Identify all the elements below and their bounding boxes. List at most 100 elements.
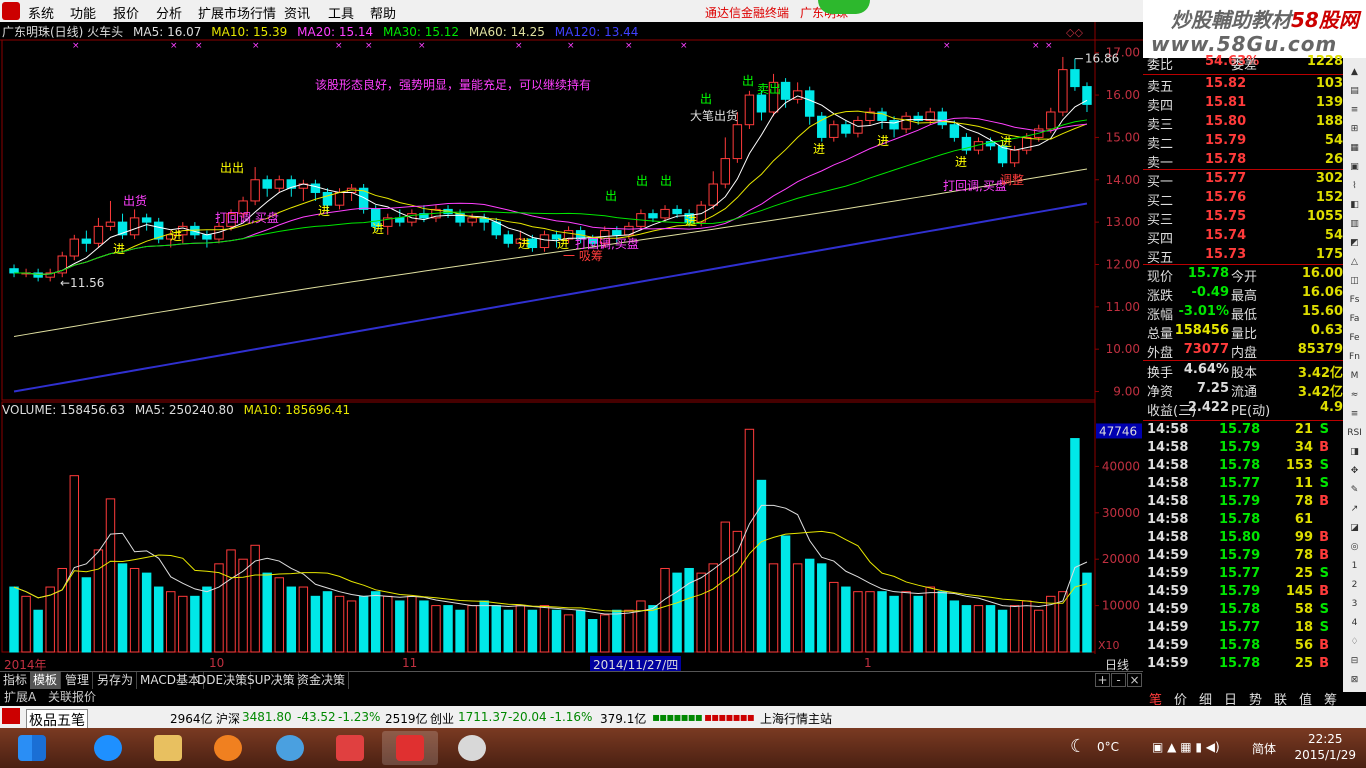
- candle-down: [841, 124, 851, 134]
- tray-icons[interactable]: ▣ ▲ ▦ ▮ ◀): [1152, 740, 1220, 754]
- candle-up: [334, 191, 345, 206]
- tab-template[interactable]: 模板: [30, 672, 62, 689]
- menu-help[interactable]: 帮助: [370, 3, 396, 22]
- ime-indicator[interactable]: 简体: [1252, 740, 1276, 757]
- toolbar-tool-icon[interactable]: ♢: [1346, 634, 1363, 651]
- tab-save-as[interactable]: 另存为: [94, 672, 138, 689]
- menu-system[interactable]: 系统: [28, 3, 54, 22]
- tab-sup[interactable]: SUP决策: [244, 672, 299, 689]
- kline-chart[interactable]: 17.0016.0015.0014.0013.0012.0011.0010.00…: [0, 22, 1143, 654]
- signal-label: 卖出: [757, 82, 781, 96]
- toolbar-tool-icon[interactable]: ≈: [1346, 387, 1363, 404]
- toolbar-tool-icon[interactable]: ▤: [1346, 83, 1363, 100]
- menu-tools[interactable]: 工具: [328, 3, 354, 22]
- price-tick-label: 15.00: [1106, 130, 1140, 144]
- volume-bar-down: [443, 605, 453, 653]
- cy-pct: -1.16%: [550, 710, 593, 724]
- toolbar-tool-icon[interactable]: 4: [1346, 615, 1363, 632]
- stat-row: 涨跌 -0.49 最高 16.06: [1147, 285, 1343, 304]
- menu-analysis[interactable]: 分析: [156, 3, 182, 22]
- toolbar-tool-icon[interactable]: ▣: [1346, 159, 1363, 176]
- volume-bar-up: [178, 595, 188, 653]
- cy-label: 创业: [430, 712, 455, 726]
- toolbar-tool-icon[interactable]: ✥: [1346, 463, 1363, 480]
- nav-plus-button[interactable]: +: [1095, 673, 1110, 687]
- toolbar-tool-icon[interactable]: Fe: [1346, 330, 1363, 347]
- toolbar-tool-icon[interactable]: Fn: [1346, 349, 1363, 366]
- toolbar-tool-icon[interactable]: ⊞: [1346, 121, 1363, 138]
- sell-level-row: 卖三 15.80 188: [1147, 114, 1343, 133]
- menu-function[interactable]: 功能: [70, 3, 96, 22]
- toolbar-tool-icon[interactable]: ◪: [1346, 520, 1363, 537]
- toolbar-tool-icon[interactable]: 3: [1346, 596, 1363, 613]
- taskbar-explorer[interactable]: [140, 731, 196, 765]
- toolbar-tool-icon[interactable]: ▥: [1346, 216, 1363, 233]
- taskbar-tdx[interactable]: [382, 731, 438, 765]
- tdx-icon: [396, 735, 424, 761]
- tick-row: 14:59 15.79 78 B: [1147, 548, 1329, 563]
- toolbar-tool-icon[interactable]: ≡: [1346, 406, 1363, 423]
- toolbar-tool-icon[interactable]: Fa: [1346, 311, 1363, 328]
- toolbar-tool-icon[interactable]: ◧: [1346, 197, 1363, 214]
- toolbar-tool-icon[interactable]: ▦: [1346, 140, 1363, 157]
- volume-bar-down: [889, 595, 899, 653]
- menu-news[interactable]: 资讯: [284, 3, 310, 22]
- fundamental-row: 收益(三) 2.422 PE(动) 4.9: [1147, 400, 1343, 419]
- tab-indicator[interactable]: 指标: [0, 672, 32, 689]
- high-price-label: 16.86: [1085, 52, 1119, 66]
- toolbar-tool-icon[interactable]: ◨: [1346, 444, 1363, 461]
- toolbar-tool-icon[interactable]: RSI: [1346, 425, 1363, 442]
- candle-down: [756, 94, 767, 113]
- volume-bar-up: [539, 605, 550, 653]
- tab-manage[interactable]: 管理: [62, 672, 94, 689]
- candle-up: [105, 221, 116, 227]
- toolbar-tool-icon[interactable]: ⊟: [1346, 653, 1363, 670]
- toolbar-tool-icon[interactable]: 1: [1346, 558, 1363, 575]
- volume-bar-down: [370, 591, 381, 653]
- taskbar-paint[interactable]: [444, 731, 500, 765]
- sell-level-row: 卖五 15.82 103: [1147, 76, 1343, 95]
- banner-brand: 58股网: [1291, 8, 1359, 32]
- candle-up: [744, 94, 755, 126]
- indicator-tabs: 指标 模板 管理 另存为 MACD基本 DDE决策 SUP决策 资金决策 + -…: [0, 671, 1143, 689]
- nav-minus-button[interactable]: -: [1111, 673, 1126, 687]
- toolbar-tool-icon[interactable]: ◎: [1346, 539, 1363, 556]
- tab-dde[interactable]: DDE决策: [194, 672, 252, 689]
- volume-bar-down: [419, 600, 429, 653]
- menu-extended-market[interactable]: 扩展市场行情: [198, 3, 276, 22]
- toolbar-tool-icon[interactable]: ✎: [1346, 482, 1363, 499]
- toolbar-tool-icon[interactable]: ▲: [1346, 64, 1363, 81]
- toolbar-tool-icon[interactable]: ◫: [1346, 273, 1363, 290]
- tab-related-quote[interactable]: 关联报价: [48, 688, 96, 705]
- volume-bar-down: [551, 609, 562, 653]
- candle-up: [69, 238, 80, 257]
- system-clock[interactable]: 22:25 2015/1/29: [1294, 731, 1356, 763]
- toolbar-tool-icon[interactable]: △: [1346, 254, 1363, 271]
- volume-tick-label: 30000: [1102, 506, 1140, 520]
- volume-header: VOLUME: 158456.63 MA5: 250240.80 MA10: 1…: [2, 403, 356, 419]
- toolbar-tool-icon[interactable]: Fs: [1346, 292, 1363, 309]
- volume-bar-down: [310, 595, 321, 653]
- taskbar-app1[interactable]: [200, 731, 256, 765]
- taskbar-app2[interactable]: [262, 731, 318, 765]
- candle-up: [93, 225, 104, 244]
- toolbar-tool-icon[interactable]: M: [1346, 368, 1363, 385]
- taskbar-ie[interactable]: [80, 731, 136, 765]
- signal-label: 出: [605, 189, 617, 203]
- close-panel-button[interactable]: ×: [1127, 673, 1142, 687]
- tab-fund[interactable]: 资金决策: [294, 672, 350, 689]
- volume-tick-label: 10000: [1102, 599, 1140, 613]
- taskbar-app3[interactable]: [322, 731, 378, 765]
- server-station[interactable]: 上海行情主站: [760, 710, 832, 727]
- toolbar-tool-icon[interactable]: ◩: [1346, 235, 1363, 252]
- start-button[interactable]: [4, 731, 60, 765]
- volume-bar-up: [829, 581, 839, 653]
- volume-bar-down: [491, 605, 501, 653]
- toolbar-tool-icon[interactable]: 2: [1346, 577, 1363, 594]
- toolbar-tool-icon[interactable]: ⌇: [1346, 178, 1363, 195]
- menu-quote[interactable]: 报价: [113, 3, 139, 22]
- tab-extend-a[interactable]: 扩展A: [4, 688, 36, 705]
- toolbar-tool-icon[interactable]: ↗: [1346, 501, 1363, 518]
- toolbar-tool-icon[interactable]: ≡: [1346, 102, 1363, 119]
- toolbar-tool-icon[interactable]: ⊠: [1346, 672, 1363, 689]
